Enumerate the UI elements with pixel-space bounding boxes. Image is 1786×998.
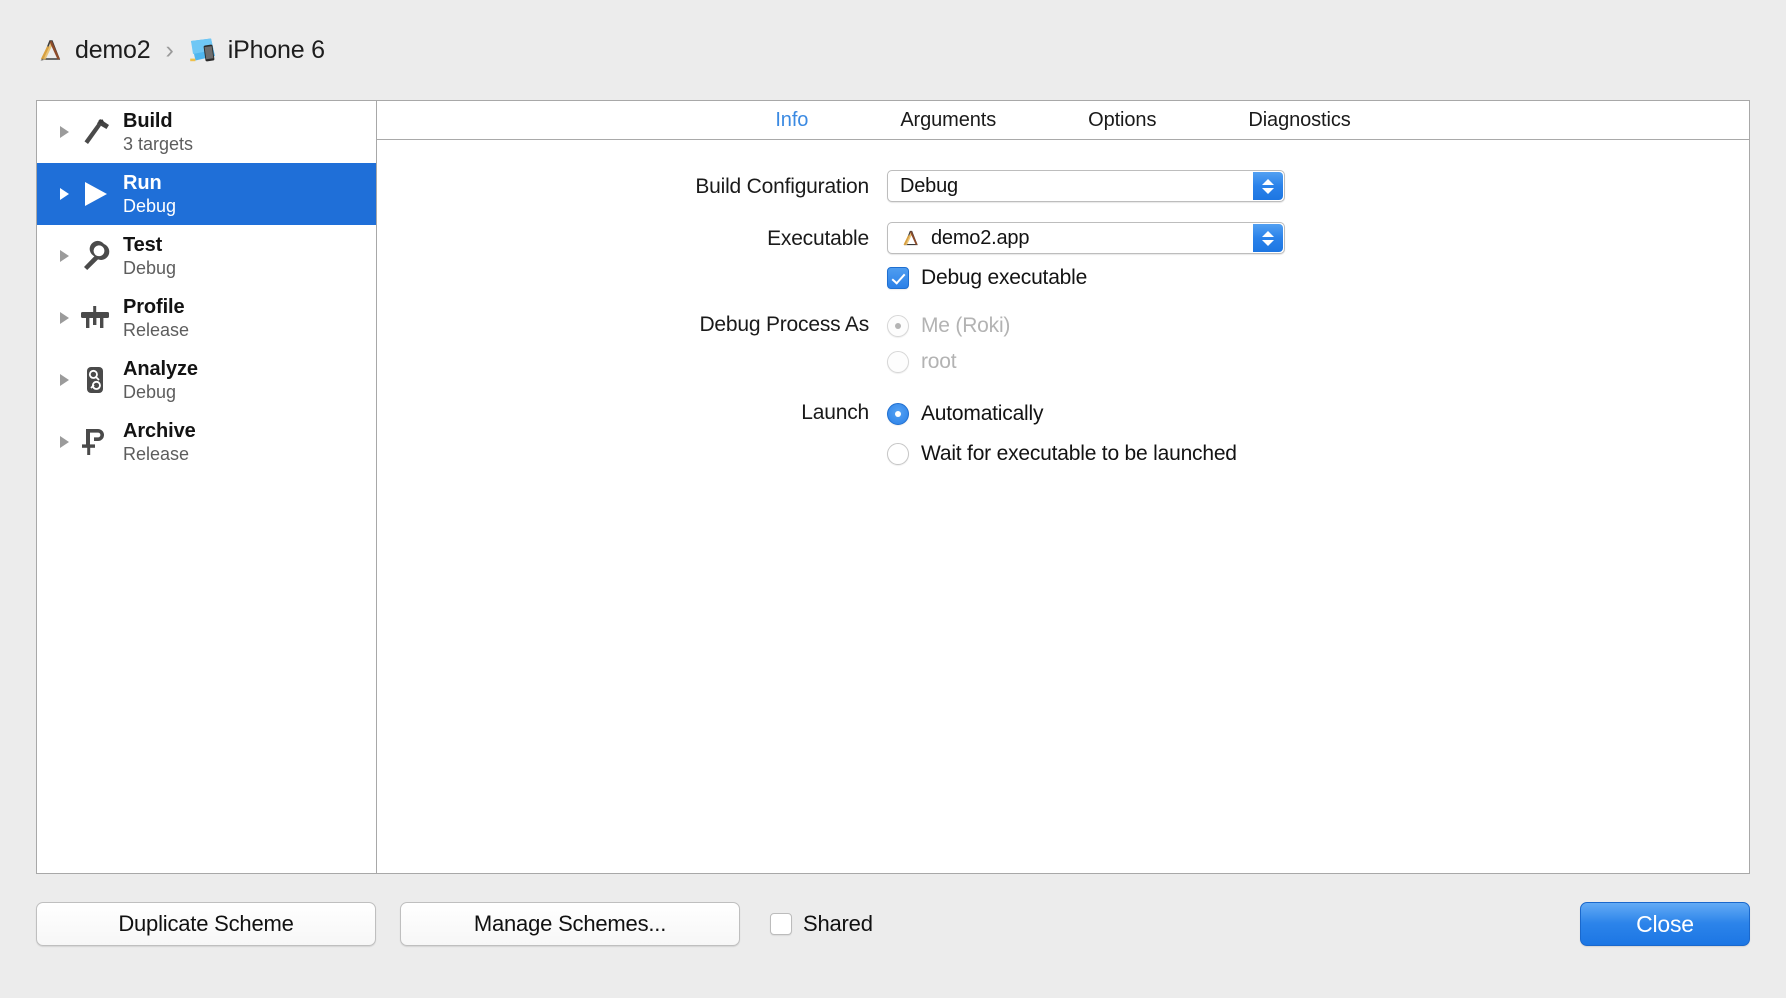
launch-row: Launch Automatically Wait for executable… [377,396,1749,472]
executable-popup[interactable]: demo2.app [887,222,1285,254]
sidebar-item-label: Test [123,234,163,256]
main-panel: Build 3 targets Run Debug Test Debug Pro… [36,100,1750,874]
sidebar-item-test[interactable]: Test Debug [37,225,376,287]
launch-option-wait[interactable]: Wait for executable to be launched [887,436,1749,472]
scheme-actions-sidebar: Build 3 targets Run Debug Test Debug Pro… [37,101,377,873]
sidebar-item-build[interactable]: Build 3 targets [37,101,376,163]
breadcrumb-separator: › [165,35,174,64]
breadcrumb: demo2 › iPhone 6 [36,30,325,70]
sidebar-item-analyze[interactable]: Analyze Debug [37,349,376,411]
chevron-updown-icon[interactable] [1253,224,1283,252]
scheme-detail-pane: Info Arguments Options Diagnostics Build… [377,101,1749,873]
tab-bar: Info Arguments Options Diagnostics [377,101,1749,140]
sidebar-item-label: Run [123,172,162,194]
disclosure-triangle-analyze-icon[interactable] [53,374,75,386]
disclosure-triangle-profile-icon[interactable] [53,312,75,324]
xcode-app-icon [900,227,922,249]
executable-label: Executable [767,227,869,250]
manage-schemes-button[interactable]: Manage Schemes... [400,902,740,946]
shared-checkbox[interactable] [770,913,792,935]
sidebar-item-subtitle: Release [123,444,190,464]
disclosure-triangle-archive-icon[interactable] [53,436,75,448]
gauge-icon [75,300,115,336]
build-configuration-row: Build Configuration Debug [377,170,1749,204]
wrench-icon [75,238,115,274]
tab-options[interactable]: Options [1042,101,1202,139]
radio-wait-label: Wait for executable to be launched [921,442,1237,465]
disclosure-triangle-test-icon[interactable] [53,250,75,262]
chevron-updown-icon[interactable] [1253,172,1283,200]
close-button[interactable]: Close [1580,902,1750,946]
sidebar-item-subtitle: Debug [123,382,177,402]
radio-me-icon [887,315,909,337]
breadcrumb-destination-name[interactable]: iPhone 6 [228,36,325,65]
sidebar-item-label: Analyze [123,358,198,380]
radio-root-label: root [921,350,957,373]
hammer-icon [75,114,115,150]
bottom-button-bar: Duplicate Scheme Manage Schemes... Share… [0,892,1786,962]
executable-value: demo2.app [931,226,1030,249]
radio-automatically-icon[interactable] [887,403,909,425]
disclosure-triangle-run-icon[interactable] [53,188,75,200]
debug-process-as-option-me: Me (Roki) [887,308,1749,344]
radio-me-label: Me (Roki) [921,314,1011,337]
info-form: Build Configuration Debug Executable dem… [377,140,1749,472]
launch-option-automatically[interactable]: Automatically [887,396,1749,432]
tab-info[interactable]: Info [729,101,854,139]
iphone-device-icon [189,37,219,63]
build-configuration-label: Build Configuration [695,175,869,198]
sidebar-item-run[interactable]: Run Debug [37,163,376,225]
debug-executable-checkbox[interactable] [887,267,909,289]
radio-root-icon [887,351,909,373]
debug-executable-label: Debug executable [921,266,1088,289]
sidebar-item-label: Archive [123,420,196,442]
tab-diagnostics[interactable]: Diagnostics [1202,101,1396,139]
build-configuration-popup[interactable]: Debug [887,170,1285,202]
debug-process-as-row: Debug Process As Me (Roki) root [377,308,1749,380]
debug-process-as-option-root: root [887,344,1749,380]
sidebar-item-label: Profile [123,296,185,318]
sidebar-item-profile[interactable]: Profile Release [37,287,376,349]
play-icon [75,176,115,212]
debug-process-as-label: Debug Process As [699,313,869,336]
shared-label: Shared [803,911,873,936]
launch-label: Launch [801,401,869,424]
scheme-editor-window: demo2 › iPhone 6 Build 3 targets Run Deb… [0,0,1786,998]
analyze-icon [75,362,115,398]
radio-automatically-label: Automatically [921,402,1044,425]
duplicate-scheme-button[interactable]: Duplicate Scheme [36,902,376,946]
disclosure-triangle-build-icon[interactable] [53,126,75,138]
radio-wait-icon[interactable] [887,443,909,465]
xcode-app-icon [36,35,66,65]
breadcrumb-scheme-name[interactable]: demo2 [75,36,151,65]
sidebar-item-archive[interactable]: Archive Release [37,411,376,473]
sidebar-item-subtitle: Release [123,320,190,340]
clamp-icon [75,424,115,460]
executable-row: Executable demo2.app Debug executable [377,222,1749,290]
sidebar-item-subtitle: Debug [123,258,177,278]
sidebar-item-subtitle: 3 targets [123,134,194,154]
tab-arguments[interactable]: Arguments [854,101,1042,139]
debug-executable-row[interactable]: Debug executable [887,266,1749,290]
build-configuration-value: Debug [900,174,958,197]
sidebar-item-subtitle: Debug [123,196,177,216]
sidebar-item-label: Build [123,110,173,132]
shared-checkbox-row[interactable]: Shared [770,902,873,946]
